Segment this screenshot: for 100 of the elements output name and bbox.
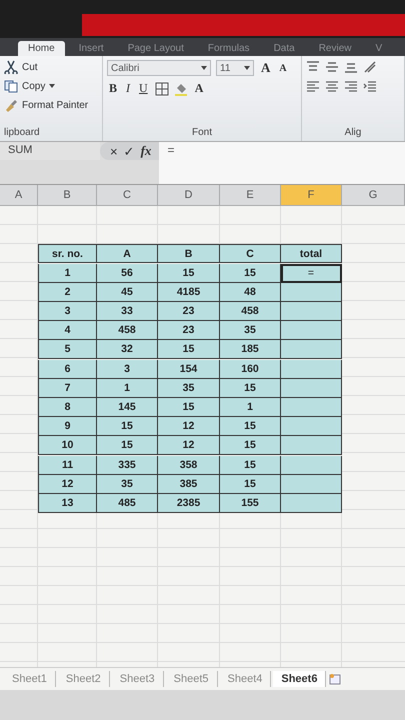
caret-icon — [49, 84, 56, 88]
align-right-icon — [344, 79, 358, 93]
table-cell: 1 — [38, 264, 97, 283]
table-cell: 15 — [97, 417, 158, 436]
column-header-cell: total — [281, 244, 342, 264]
table-cell: 4 — [38, 321, 97, 340]
table-cell: 1 — [97, 378, 158, 398]
sheet-tab[interactable]: Sheet2 — [58, 671, 110, 687]
font-color-button[interactable]: A — [192, 81, 206, 96]
shrink-font-button[interactable]: A — [277, 62, 289, 74]
format-painter-button[interactable]: Format Painter — [4, 98, 98, 112]
table-cell: = — [281, 264, 342, 283]
column-heading[interactable]: A — [0, 185, 38, 206]
column-header-cell: A — [97, 244, 158, 264]
table-cell: 155 — [220, 494, 281, 514]
table-cell: 2 — [38, 282, 97, 302]
table-cell: 33 — [97, 302, 158, 322]
align-left-icon — [306, 79, 320, 93]
sheet-tab[interactable]: Sheet5 — [166, 671, 218, 687]
column-heading[interactable]: B — [38, 185, 97, 206]
table-cell — [281, 302, 342, 322]
table-cell: 15 — [220, 378, 281, 398]
grow-font-button[interactable]: A — [259, 60, 272, 76]
table-cell — [281, 340, 342, 360]
table-cell: 23 — [158, 302, 220, 322]
table-cell: 458 — [220, 302, 281, 322]
table-cell: 8 — [38, 398, 97, 418]
font-size-field[interactable]: 11 — [216, 60, 254, 76]
ribbon-tab[interactable]: V — [365, 41, 392, 56]
underline-button[interactable]: U — [137, 81, 150, 96]
group-label: Alig — [344, 127, 362, 140]
group-label: Font — [190, 127, 213, 140]
table-cell — [281, 321, 342, 340]
table-cell: 35 — [158, 378, 220, 398]
column-heading[interactable]: D — [158, 185, 220, 206]
sheet-tab[interactable]: Sheet1 — [4, 671, 56, 687]
new-sheet-icon — [328, 672, 342, 686]
table-cell: 12 — [158, 417, 220, 436]
table-cell — [281, 436, 342, 456]
sheet-tab[interactable]: Sheet4 — [220, 671, 272, 687]
table-cell: 154 — [158, 360, 220, 379]
table-cell: 485 — [97, 494, 158, 514]
ribbon-tab[interactable]: Data — [264, 41, 305, 56]
ribbon-tab[interactable]: Insert — [68, 41, 114, 56]
table-cell: 32 — [97, 340, 158, 360]
caret-icon — [244, 66, 250, 70]
italic-button[interactable]: I — [124, 81, 132, 96]
indent-icon — [363, 79, 377, 93]
table-cell: 185 — [220, 340, 281, 360]
copy-button[interactable]: Copy — [4, 79, 98, 93]
ribbon-tab[interactable]: Page Layout — [118, 41, 194, 56]
column-heading[interactable]: F — [281, 185, 342, 206]
fill-bucket-icon — [174, 82, 188, 96]
orientation-icon — [363, 60, 377, 74]
scissors-icon — [4, 60, 18, 74]
table-cell — [281, 398, 342, 418]
cancel-button[interactable]: × — [110, 144, 118, 158]
column-heading[interactable]: G — [342, 185, 405, 206]
align-top-icon — [306, 60, 320, 74]
table-cell: 15 — [220, 417, 281, 436]
borders-icon — [154, 82, 169, 96]
table-cell: 1 — [220, 398, 281, 418]
bold-button[interactable]: B — [107, 81, 120, 96]
name-box[interactable]: SUM — [0, 142, 100, 160]
table-cell: 9 — [38, 417, 97, 436]
table-cell — [281, 378, 342, 398]
table-cell: 5 — [38, 340, 97, 360]
table-cell: 15 — [220, 264, 281, 283]
column-heading[interactable]: E — [220, 185, 281, 206]
ribbon-tab[interactable]: Formulas — [198, 41, 260, 56]
table-cell: 3 — [97, 360, 158, 379]
column-header-cell: C — [220, 244, 281, 264]
table-cell: 335 — [97, 456, 158, 475]
ribbon-tab[interactable]: Home — [18, 41, 65, 56]
formula-field[interactable]: = — [159, 142, 405, 184]
ribbon-tab[interactable]: Review — [308, 41, 362, 56]
column-header-cell: sr. no. — [38, 244, 97, 264]
table-cell: 160 — [220, 360, 281, 379]
sheet-tab[interactable]: Sheet3 — [112, 671, 164, 687]
table-cell: 35 — [220, 321, 281, 340]
table-cell: 15 — [158, 340, 220, 360]
table-cell: 2385 — [158, 494, 220, 514]
table-cell: 458 — [97, 321, 158, 340]
table-cell: 358 — [158, 456, 220, 475]
enter-button[interactable]: ✓ — [124, 144, 135, 158]
insert-function-button[interactable]: fx — [140, 143, 152, 159]
table-cell: 13 — [38, 494, 97, 514]
table-cell: 15 — [97, 436, 158, 456]
cut-button[interactable]: Cut — [4, 60, 98, 74]
font-name-field[interactable]: Calibri — [107, 60, 211, 76]
table-cell: 35 — [97, 474, 158, 494]
table-cell: 4185 — [158, 282, 220, 302]
column-heading[interactable]: C — [97, 185, 158, 206]
sheet-tab[interactable]: Sheet6 — [273, 671, 326, 687]
table-cell: 15 — [220, 436, 281, 456]
align-center-icon — [325, 79, 339, 93]
table-cell — [281, 360, 342, 379]
table-cell: 3 — [38, 302, 97, 322]
table-cell: 11 — [38, 456, 97, 475]
table-cell: 15 — [220, 474, 281, 494]
